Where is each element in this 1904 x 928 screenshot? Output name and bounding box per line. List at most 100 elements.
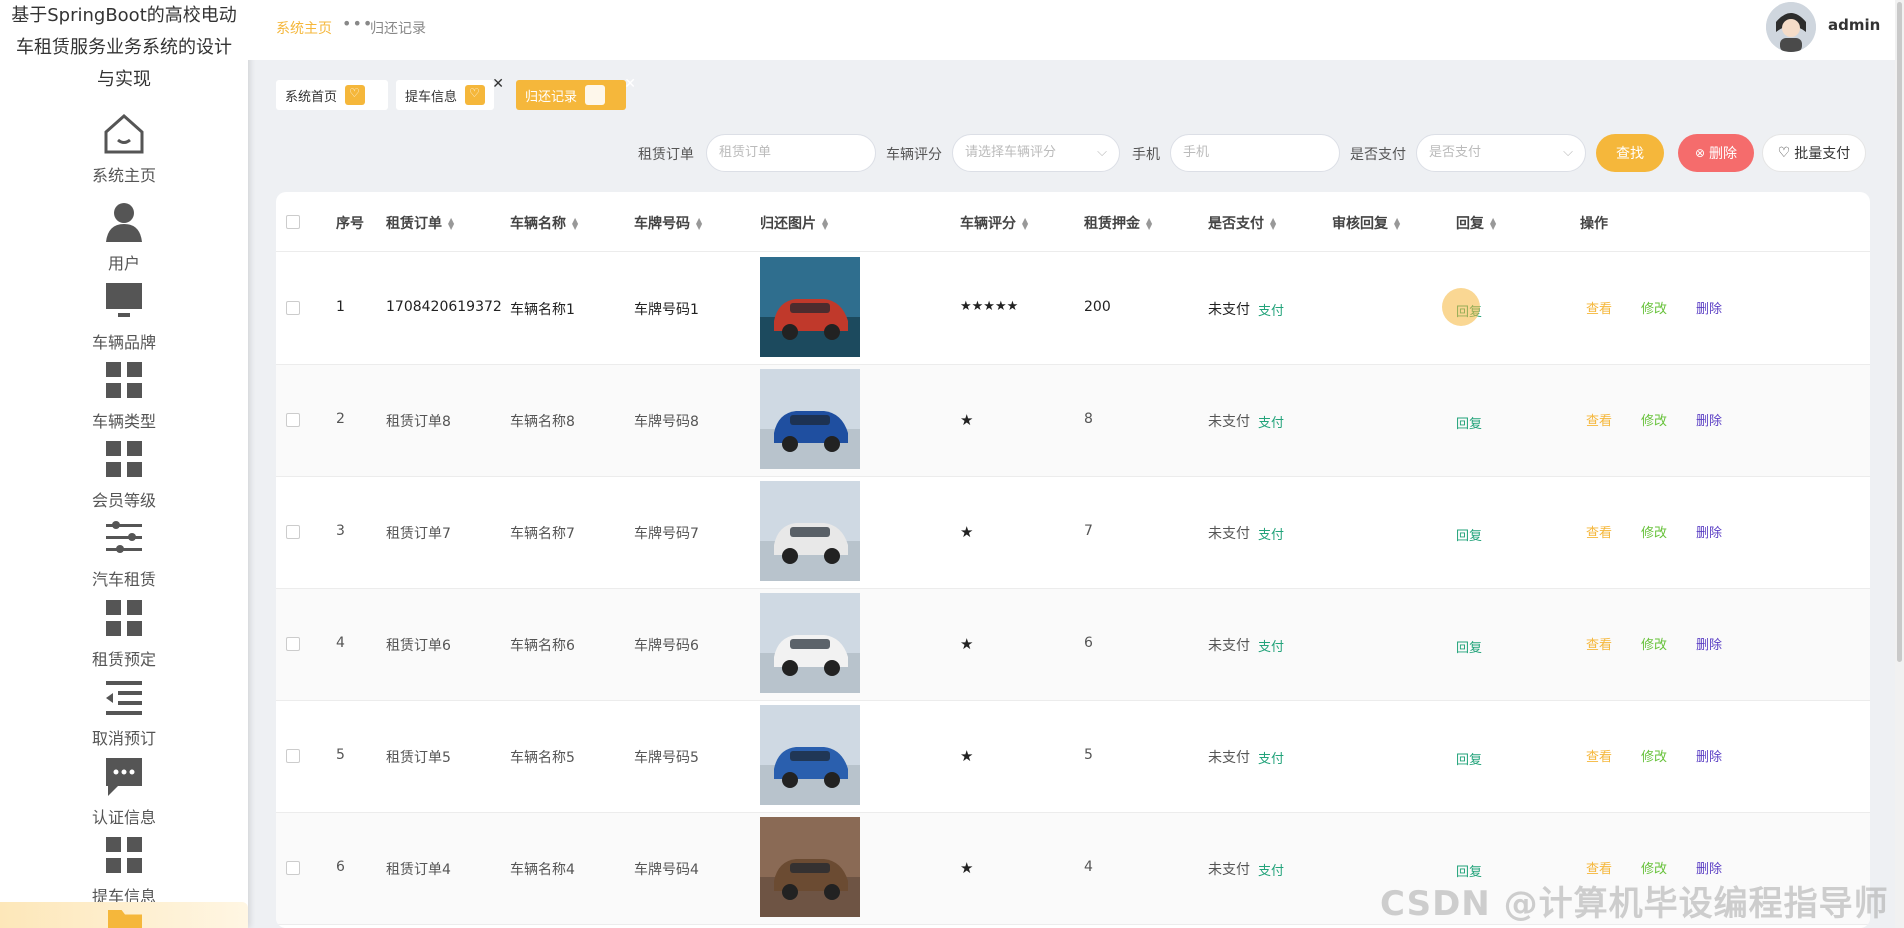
- sort-icon[interactable]: ▲ ▼: [572, 217, 578, 231]
- edit-button[interactable]: 修改: [1641, 522, 1667, 541]
- row-checkbox[interactable]: [286, 413, 300, 427]
- breadcrumb-home[interactable]: 系统主页: [276, 18, 332, 38]
- username[interactable]: admin: [1828, 16, 1880, 34]
- pay-link[interactable]: 支付: [1258, 636, 1284, 655]
- sidebar-item[interactable]: 会员等级: [0, 435, 248, 511]
- sidebar-item[interactable]: 用户: [0, 198, 248, 274]
- sidebar-item[interactable]: 汽车租赁: [0, 514, 248, 590]
- view-button[interactable]: 查看: [1586, 410, 1612, 429]
- sort-icon[interactable]: ▲ ▼: [1394, 217, 1400, 231]
- tab-pickup-info[interactable]: 提车信息 ✕: [396, 76, 504, 110]
- view-button[interactable]: 查看: [1586, 298, 1612, 317]
- pay-link[interactable]: 支付: [1258, 524, 1284, 543]
- row-order: 租赁订单5: [386, 750, 451, 766]
- tab-return-records[interactable]: 归还记录 ✕: [516, 76, 636, 110]
- delete-row-button[interactable]: 删除: [1696, 634, 1722, 653]
- column-header[interactable]: 车辆名称 ▲ ▼: [510, 213, 578, 233]
- column-header[interactable]: 是否支付 ▲ ▼: [1208, 213, 1276, 233]
- sidebar-item[interactable]: 租赁预定: [0, 594, 248, 670]
- phone-input[interactable]: 手机: [1170, 134, 1340, 172]
- row-checkbox[interactable]: [286, 861, 300, 875]
- return-image[interactable]: [760, 481, 860, 581]
- row-checkbox[interactable]: [286, 749, 300, 763]
- close-icon[interactable]: ✕: [624, 76, 636, 92]
- order-input[interactable]: 租赁订单: [706, 134, 876, 172]
- pay-link[interactable]: 支付: [1258, 412, 1284, 431]
- sort-icon[interactable]: ▲ ▼: [1022, 217, 1028, 231]
- sort-icon[interactable]: ▲ ▼: [448, 217, 454, 231]
- return-image[interactable]: [760, 369, 860, 469]
- car-photo: [760, 817, 860, 917]
- car-photo: [760, 593, 860, 693]
- tab-home[interactable]: 系统首页: [276, 80, 388, 110]
- delete-row-button[interactable]: 删除: [1696, 410, 1722, 429]
- sort-icon[interactable]: ▲ ▼: [1490, 217, 1496, 231]
- sidebar-item[interactable]: 车辆品牌: [0, 277, 248, 353]
- view-button[interactable]: 查看: [1586, 858, 1612, 877]
- pay-link[interactable]: 支付: [1258, 860, 1284, 879]
- delete-row-button[interactable]: 删除: [1696, 858, 1722, 877]
- sidebar-item[interactable]: 车辆类型: [0, 356, 248, 432]
- close-icon[interactable]: ✕: [492, 76, 504, 92]
- rating-select[interactable]: 请选择车辆评分 ⌵: [952, 134, 1120, 172]
- delete-row-button[interactable]: 删除: [1696, 522, 1722, 541]
- reply-link[interactable]: 回复: [1456, 749, 1482, 768]
- return-image[interactable]: [760, 705, 860, 805]
- row-plate: 车牌号码1: [634, 302, 699, 318]
- sidebar-item[interactable]: 认证信息: [0, 752, 248, 828]
- edit-button[interactable]: 修改: [1641, 858, 1667, 877]
- return-image[interactable]: [760, 257, 860, 357]
- edit-button[interactable]: 修改: [1641, 634, 1667, 653]
- column-header[interactable]: 审核回复 ▲ ▼: [1332, 213, 1400, 233]
- sidebar-item[interactable]: 系统主页: [0, 110, 248, 186]
- sidebar-item[interactable]: 取消预订: [0, 673, 248, 749]
- column-header[interactable]: 车辆评分 ▲ ▼: [960, 213, 1028, 233]
- sort-icon[interactable]: ▲ ▼: [822, 217, 828, 231]
- avatar[interactable]: [1766, 2, 1816, 52]
- column-header[interactable]: 车牌号码 ▲ ▼: [634, 213, 702, 233]
- row-checkbox[interactable]: [286, 525, 300, 539]
- column-header[interactable]: 租赁订单 ▲ ▼: [386, 213, 454, 233]
- tab-label: 归还记录: [525, 89, 578, 105]
- edit-button[interactable]: 修改: [1641, 410, 1667, 429]
- select-all-checkbox[interactable]: [286, 215, 300, 229]
- delete-row-button[interactable]: 删除: [1696, 298, 1722, 317]
- row-order: 1708420619372: [386, 299, 502, 315]
- row-plate: 车牌号码8: [634, 414, 699, 430]
- row-vehicle-name: 车辆名称1: [510, 302, 575, 318]
- row-rating: ★: [960, 859, 974, 877]
- row-checkbox[interactable]: [286, 637, 300, 651]
- home-icon: [104, 113, 144, 154]
- search-button[interactable]: 查找: [1596, 134, 1664, 172]
- row-paid-status: 未支付: [1208, 750, 1250, 766]
- return-image[interactable]: [760, 817, 860, 917]
- sort-icon[interactable]: ▲ ▼: [1146, 217, 1152, 231]
- reply-link[interactable]: 回复: [1456, 413, 1482, 432]
- column-header[interactable]: 归还图片 ▲ ▼: [760, 213, 828, 233]
- list-indent-icon: [106, 681, 142, 715]
- row-checkbox[interactable]: [286, 301, 300, 315]
- sidebar-item[interactable]: 提车信息: [0, 831, 248, 907]
- sidebar-item-active[interactable]: [0, 902, 248, 928]
- pay-link[interactable]: 支付: [1258, 300, 1284, 319]
- batch-pay-button[interactable]: ♡ 批量支付: [1762, 134, 1866, 172]
- reply-link[interactable]: 回复: [1456, 525, 1482, 544]
- delete-button[interactable]: ⊗ 删除: [1678, 134, 1754, 172]
- sort-icon[interactable]: ▲ ▼: [1270, 217, 1276, 231]
- heart-icon: [345, 85, 366, 105]
- edit-button[interactable]: 修改: [1641, 298, 1667, 317]
- pay-link[interactable]: 支付: [1258, 748, 1284, 767]
- paid-select[interactable]: 是否支付 ⌵: [1416, 134, 1586, 172]
- reply-link[interactable]: 回复: [1456, 637, 1482, 656]
- return-image[interactable]: [760, 593, 860, 693]
- view-button[interactable]: 查看: [1586, 746, 1612, 765]
- sidebar: 基于SpringBoot的高校电动车租赁服务业务系统的设计与实现 系统主页 用户车…: [0, 0, 248, 928]
- view-button[interactable]: 查看: [1586, 522, 1612, 541]
- sort-icon[interactable]: ▲ ▼: [696, 217, 702, 231]
- view-button[interactable]: 查看: [1586, 634, 1612, 653]
- delete-row-button[interactable]: 删除: [1696, 746, 1722, 765]
- column-header[interactable]: 回复 ▲ ▼: [1456, 213, 1496, 233]
- edit-button[interactable]: 修改: [1641, 746, 1667, 765]
- column-header[interactable]: 租赁押金 ▲ ▼: [1084, 213, 1152, 233]
- scrollbar-thumb[interactable]: [1897, 2, 1902, 662]
